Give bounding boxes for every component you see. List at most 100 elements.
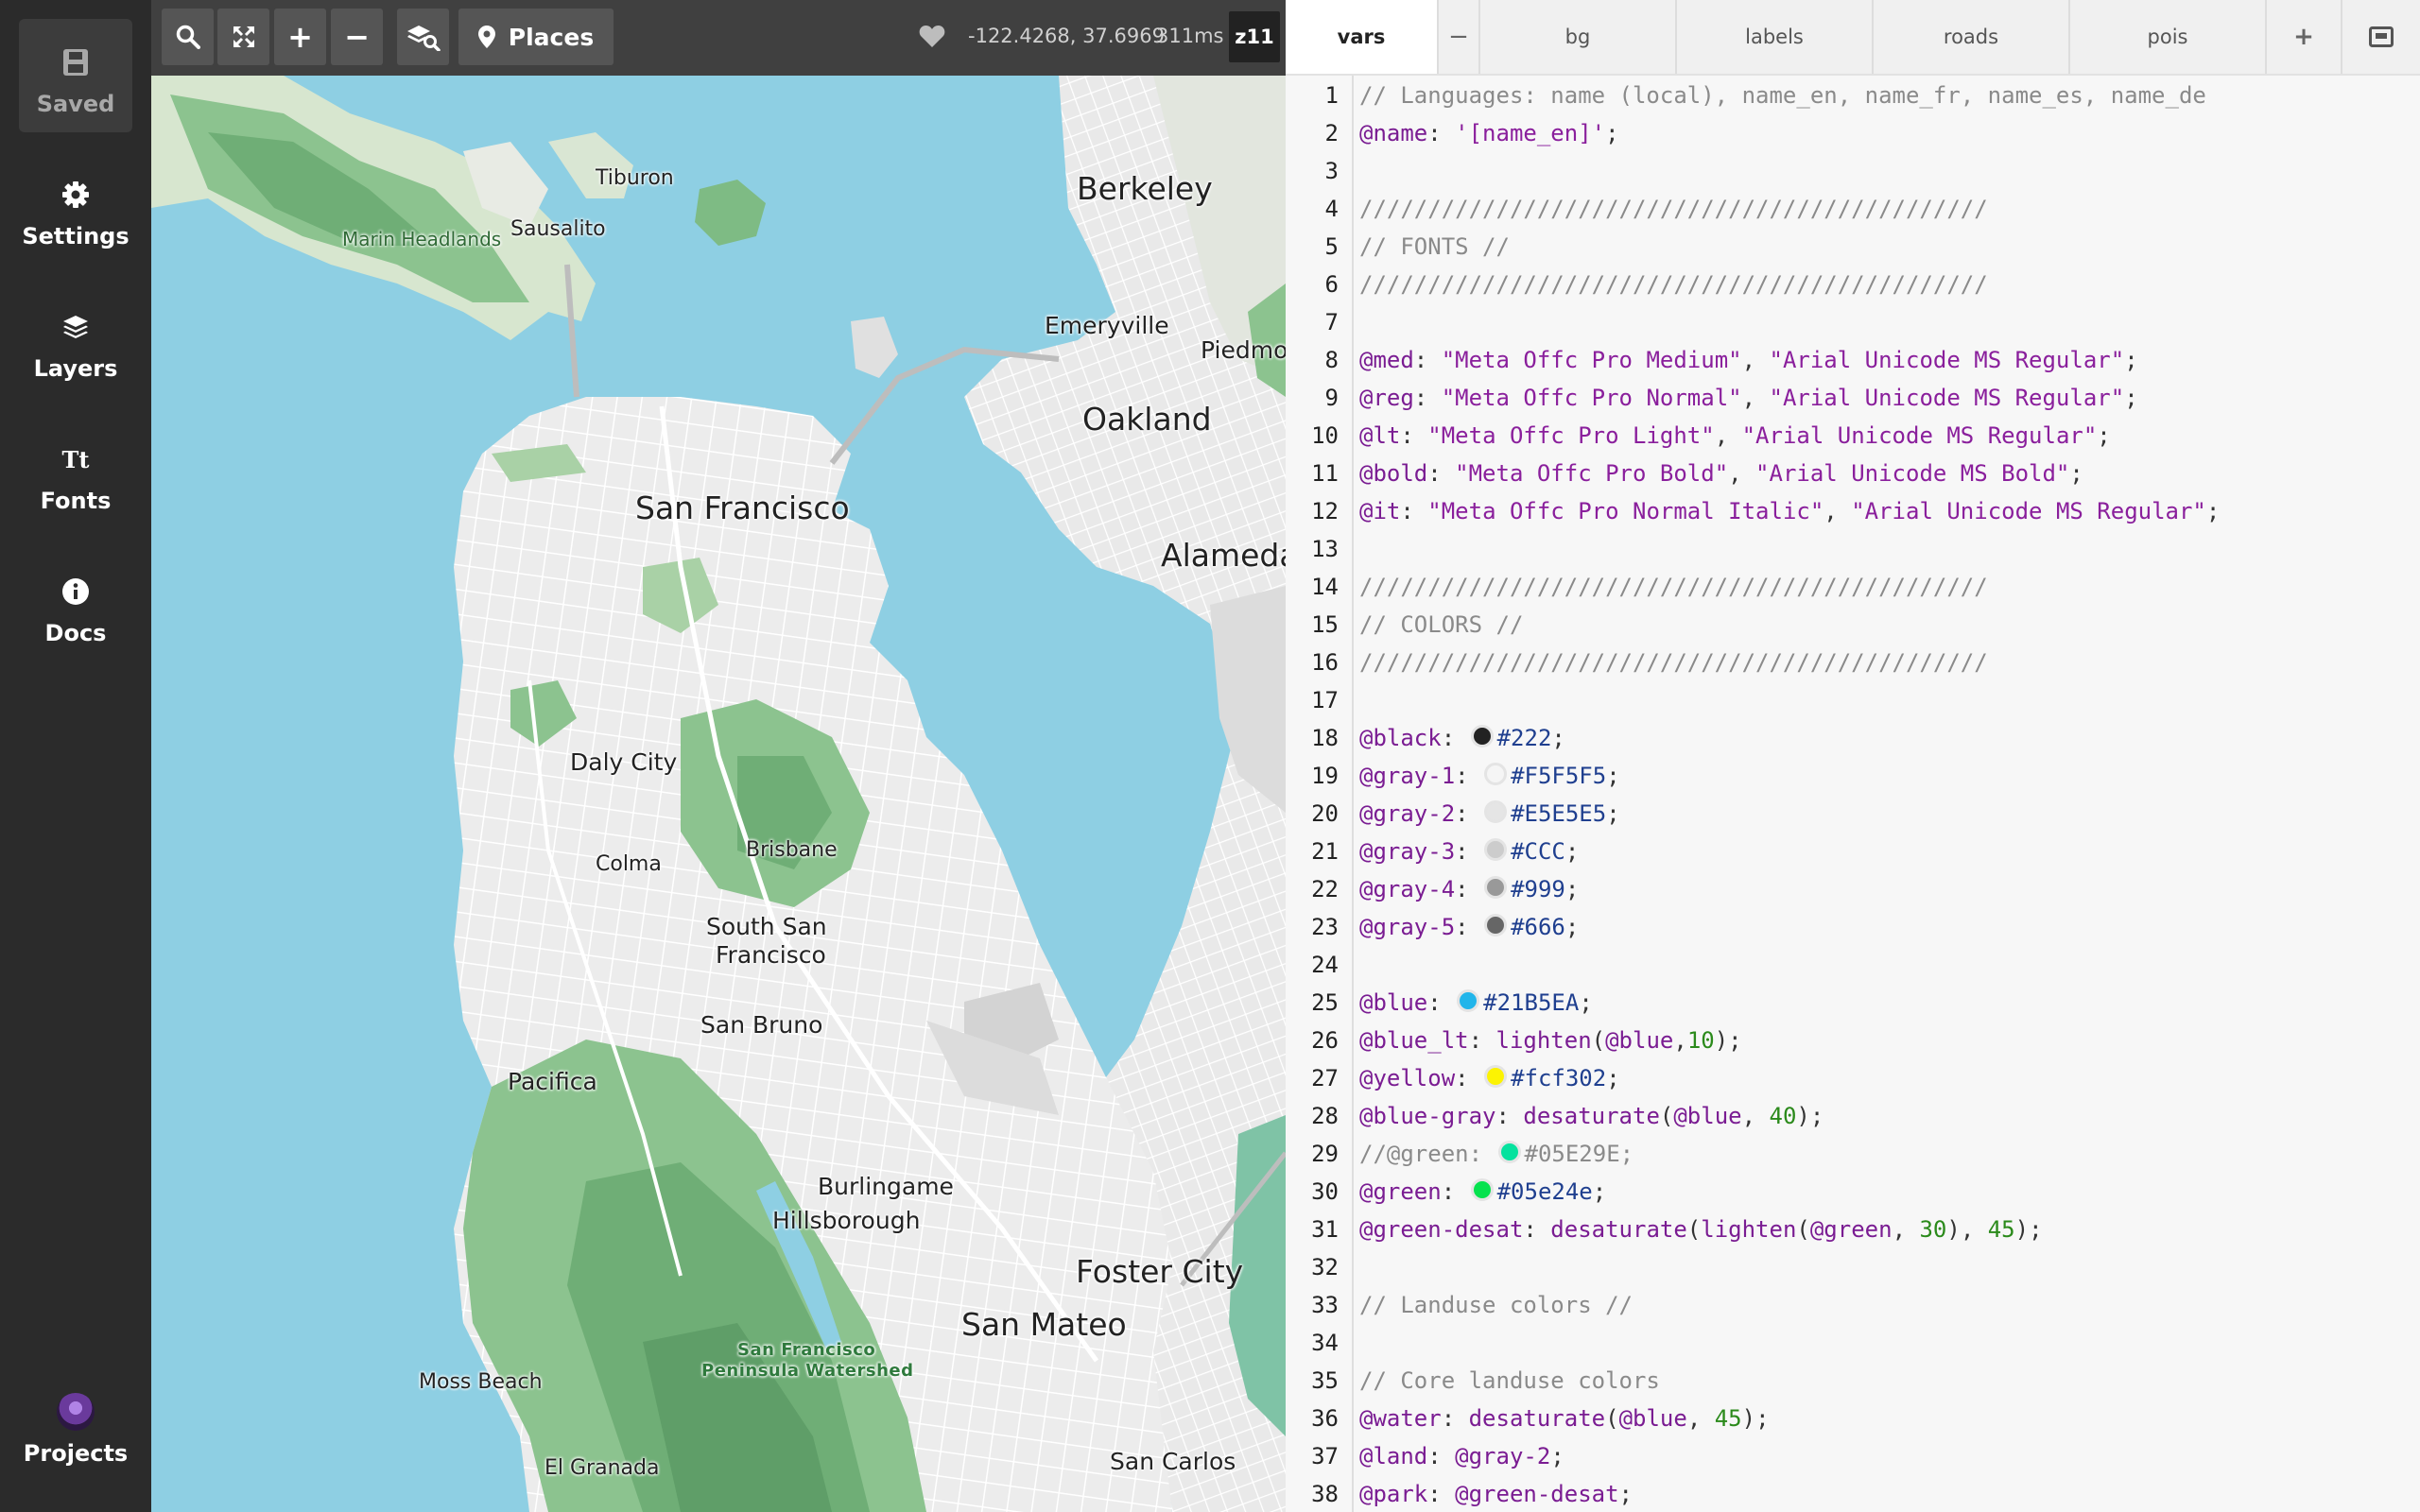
tab-labels[interactable]: labels [1677,0,1874,74]
code-line: @it: "Meta Offc Pro Normal Italic", "Ari… [1359,498,2221,524]
render-time: 311ms [1156,25,1224,47]
code-line: @bold: "Meta Offc Pro Bold", "Arial Unic… [1359,460,2083,487]
app-sidebar: Saved Settings Layers Tt Fonts Docs Proj… [0,0,151,1512]
map-label-place: San Mateo [961,1306,1127,1343]
map-label-place: San Francisco [635,490,850,526]
map-label-place: Foster City [1076,1253,1244,1290]
fullscreen-button[interactable] [217,9,269,65]
code-line: @gray-3: #CCC; [1359,838,1580,865]
heart-icon [919,25,945,47]
map-label-place: Francisco [716,941,826,969]
code-line: ////////////////////////////////////////… [1359,649,1988,676]
line-number: 11 [1311,460,1339,487]
tab-vars[interactable]: vars [1286,0,1439,74]
line-number: 18 [1311,725,1339,751]
line-number: 38 [1311,1481,1339,1507]
map-label-place: Sausalito [510,217,606,241]
sidebar-item-settings[interactable]: Settings [19,151,132,265]
search-icon [176,25,200,49]
layers-icon [19,310,132,344]
line-number: 33 [1311,1292,1339,1318]
line-number: 9 [1324,385,1339,411]
save-icon [19,45,132,79]
code-line: @green: #05e24e; [1359,1178,1607,1205]
line-number: 35 [1311,1367,1339,1394]
line-number: 15 [1311,611,1339,638]
fullscreen-icon [233,26,254,47]
zoom-out-button[interactable]: − [331,9,383,65]
search-button[interactable] [162,9,214,65]
line-number: 14 [1311,574,1339,600]
remove-tab-button[interactable]: − [1439,0,1480,74]
map-label-place: Marin Headlands [342,228,502,250]
line-number: 5 [1324,233,1339,260]
map-label-park: Peninsula Watershed [701,1361,914,1381]
code-line: // Languages: name (local), name_en, nam… [1359,82,2206,109]
sidebar-item-label: Docs [44,620,107,646]
sidebar-item-saved[interactable]: Saved [19,19,132,132]
sidebar-item-label: Settings [22,223,130,249]
add-tab-button[interactable]: + [2267,0,2342,74]
line-number-gutter: 1 2 3 4 5 6 7 8 9 10 11 12 13 14 15 16 17 18 19 20 21 22 23 24 2… [1286,76,1354,1512]
map-label-place: Tiburon [596,166,674,190]
map-label-place: El Granada [544,1456,660,1480]
code-line: @gray-4: #999; [1359,876,1580,902]
tab-bg[interactable]: bg [1480,0,1677,74]
sidebar-item-docs[interactable]: Docs [19,548,132,662]
code-line: @blue-gray: desaturate(@blue, 40); [1359,1103,1824,1129]
code-line: @yellow: #fcf302; [1359,1065,1620,1091]
line-number: 20 [1311,800,1339,827]
line-number: 13 [1311,536,1339,562]
coordinates-readout: -122.4268, 37.6969 [968,25,1165,47]
code-editor[interactable]: 1 2 3 4 5 6 7 8 9 10 11 12 13 14 15 16 17 18 19 20 21 22 23 24 2… [1286,76,2420,1512]
map-label-place: South San [706,913,827,940]
code-line: @name: '[name_en]'; [1359,120,1619,146]
sidebar-item-label: Fonts [40,488,112,514]
map-label-place: Pacifica [508,1068,597,1095]
line-number: 27 [1311,1065,1339,1091]
panel-toggle-icon [2369,26,2394,47]
code-line: @blue_lt: lighten(@blue,10); [1359,1027,1742,1054]
code-line: @water: desaturate(@blue, 45); [1359,1405,1770,1432]
line-number: 7 [1324,309,1339,335]
line-number: 8 [1324,347,1339,373]
line-number: 23 [1311,914,1339,940]
line-number: 21 [1311,838,1339,865]
map-label-place: Colma [596,852,662,876]
code-line: ////////////////////////////////////////… [1359,574,1988,600]
code-line: ////////////////////////////////////////… [1359,196,1988,222]
code-line: // COLORS // [1359,611,1524,638]
map-canvas[interactable]: Berkeley Oakland San Francisco Alameda E… [151,0,1286,1512]
tab-pois[interactable]: pois [2070,0,2267,74]
sidebar-item-fonts[interactable]: Tt Fonts [19,416,132,529]
line-number: 22 [1311,876,1339,902]
sidebar-item-projects[interactable]: Projects [19,1380,132,1493]
code-line: // Core landuse colors [1359,1367,1660,1394]
gear-icon [19,178,132,212]
line-number: 30 [1311,1178,1339,1205]
map-pin-icon [477,26,495,48]
inspect-layers-button[interactable] [397,9,449,65]
sidebar-item-layers[interactable]: Layers [19,284,132,397]
line-number: 16 [1311,649,1339,676]
favorite-button[interactable] [919,24,945,52]
map-label-place: Piedmo [1201,336,1286,364]
zoom-in-button[interactable]: + [274,9,326,65]
line-number: 19 [1311,763,1339,789]
line-number: 4 [1324,196,1339,222]
line-number: 17 [1311,687,1339,713]
map-label-place: Daly City [570,748,678,776]
map-label-place: Berkeley [1077,170,1213,207]
map-toolbar: + − Places -122.4268, 37.6969 311ms z11 [151,0,1286,76]
toggle-editor-button[interactable] [2342,0,2420,74]
code-line: @lt: "Meta Offc Pro Light", "Arial Unico… [1359,422,2111,449]
code-line: @med: "Meta Offc Pro Medium", "Arial Uni… [1359,347,2138,373]
tab-roads[interactable]: roads [1874,0,2070,74]
code-line: @blue: #21B5EA; [1359,989,1593,1016]
style-editor: vars − bg labels roads pois + 1234567891… [1286,0,2420,1512]
line-number: 2 [1324,120,1339,146]
places-button[interactable]: Places [458,9,614,65]
line-number: 26 [1311,1027,1339,1054]
line-number: 10 [1311,422,1339,449]
code-line: @land: @gray-2; [1359,1443,1564,1469]
